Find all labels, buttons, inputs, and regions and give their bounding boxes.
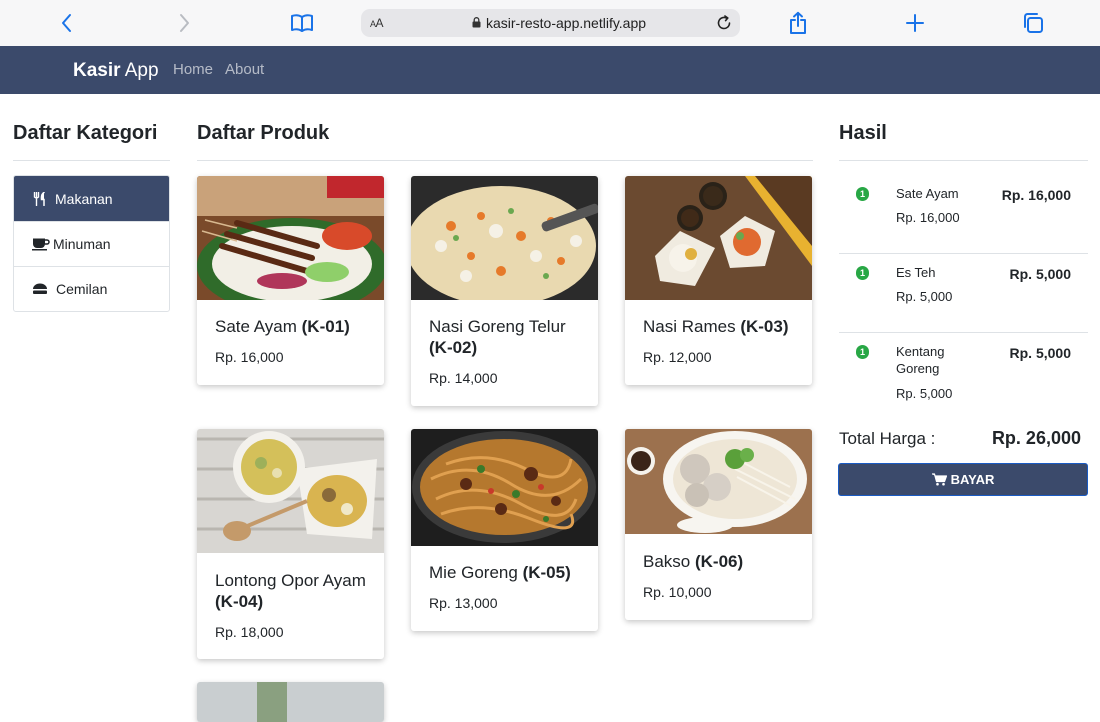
lock-icon [472, 17, 481, 28]
product-name-text: Mie Goreng [429, 563, 518, 582]
reload-icon[interactable] [716, 15, 732, 31]
cart-item-name: Es Teh [896, 265, 936, 280]
utensils-icon [31, 191, 49, 206]
forward-icon[interactable] [171, 10, 197, 36]
product-image-mie-goreng [411, 429, 598, 546]
cart-item-name: Sate Ayam [896, 186, 959, 201]
cart-item[interactable]: 1 Kentang Goreng Rp. 5,000 Rp. 5,000 [839, 333, 1088, 412]
product-name-text: Nasi Rames [643, 317, 736, 336]
category-item-cemilan[interactable]: Cemilan [14, 266, 169, 311]
product-name: Nasi Rames (K-03) [643, 316, 803, 337]
product-code: (K-06) [694, 552, 744, 571]
pay-button[interactable]: BAYAR [838, 463, 1088, 496]
product-image-lontong-opor-ayam [197, 429, 384, 553]
cart-item[interactable]: 1 Es Teh Rp. 5,000 Rp. 5,000 [839, 254, 1088, 333]
category-item-makanan[interactable]: Makanan [14, 176, 169, 221]
product-price: Rp. 14,000 [429, 370, 498, 386]
quantity-badge: 1 [856, 345, 869, 359]
product-name: Nasi Goreng Telur (K-02) [429, 316, 589, 358]
cart-item-price: Rp. 16,000 [896, 210, 960, 225]
category-label: Minuman [53, 236, 111, 252]
product-price: Rp. 10,000 [643, 584, 712, 600]
product-price: Rp. 12,000 [643, 349, 712, 365]
shopping-cart-icon [931, 473, 947, 486]
nav-link-about[interactable]: About [225, 61, 264, 78]
url-text: kasir-resto-app.netlify.app [486, 15, 647, 31]
hasil-title: Hasil [839, 122, 887, 144]
product-name-text: Bakso [643, 552, 691, 571]
product-image-sate-ayam [197, 176, 384, 300]
product-price: Rp. 13,000 [429, 595, 498, 611]
cart-item-total: Rp. 16,000 [1001, 187, 1071, 203]
cart-item-total: Rp. 5,000 [1009, 345, 1071, 361]
brand-rest: App [120, 60, 159, 81]
product-code: (K-01) [301, 317, 350, 336]
new-tab-icon[interactable] [902, 10, 928, 36]
category-list: Makanan Minuman Cemilan [13, 175, 170, 312]
product-name: Lontong Opor Ayam (K-04) [215, 570, 375, 612]
total-value: Rp. 26,000 [991, 428, 1081, 448]
product-price: Rp. 18,000 [215, 624, 284, 640]
category-label: Makanan [55, 190, 113, 207]
bookmarks-icon[interactable] [289, 10, 315, 36]
product-name: Mie Goreng (K-05) [429, 562, 589, 583]
product-image-nasi-goreng-telur [411, 176, 598, 300]
quantity-badge: 1 [856, 187, 869, 201]
product-code: (K-02) [429, 338, 478, 357]
divider [197, 160, 813, 161]
address-bar[interactable]: AA kasir-resto-app.netlify.app [361, 9, 740, 37]
product-name-text: Nasi Goreng Telur [429, 317, 566, 336]
back-icon[interactable] [54, 10, 80, 36]
products-title: Daftar Produk [197, 122, 330, 144]
url-aa-label: A [375, 16, 384, 30]
reader-text-size-button[interactable]: AA [370, 16, 384, 30]
coffee-icon [32, 237, 50, 251]
category-label: Cemilan [56, 281, 108, 297]
cart-item-price: Rp. 5,000 [896, 289, 953, 304]
categories-title: Daftar Kategori [13, 122, 158, 144]
quantity-badge: 1 [856, 266, 869, 280]
product-name: Sate Ayam (K-01) [215, 316, 375, 337]
cart-item-total: Rp. 5,000 [1009, 266, 1071, 282]
product-card-k05[interactable]: Mie Goreng (K-05) Rp. 13,000 [411, 429, 598, 631]
product-card-k01[interactable]: Sate Ayam (K-01) Rp. 16,000 [197, 176, 384, 385]
product-code: (K-03) [740, 317, 789, 336]
tabs-overview-icon[interactable] [1020, 10, 1046, 36]
brand[interactable]: Kasir App [73, 60, 159, 82]
category-item-minuman[interactable]: Minuman [14, 221, 169, 266]
product-name-text: Lontong Opor Ayam [215, 571, 366, 590]
product-image-bakso [625, 429, 812, 534]
pay-button-label: BAYAR [950, 472, 995, 487]
product-card-partial[interactable] [197, 682, 384, 722]
share-icon[interactable] [785, 10, 811, 36]
product-card-k03[interactable]: Nasi Rames (K-03) Rp. 12,000 [625, 176, 812, 385]
product-card-k02[interactable]: Nasi Goreng Telur (K-02) Rp. 14,000 [411, 176, 598, 406]
divider [839, 160, 1088, 161]
nav-link-home[interactable]: Home [173, 61, 213, 78]
product-image-partial [197, 682, 384, 722]
product-code: (K-05) [522, 563, 571, 582]
product-name: Bakso (K-06) [643, 551, 803, 572]
snack-icon [31, 282, 49, 296]
brand-bold: Kasir [73, 60, 121, 81]
product-image-nasi-rames [625, 176, 812, 300]
product-price: Rp. 16,000 [215, 349, 284, 365]
navbar: Kasir App Home About [0, 46, 1100, 94]
divider [13, 160, 170, 161]
cart-item-price: Rp. 5,000 [896, 386, 953, 401]
product-name-text: Sate Ayam [215, 317, 297, 336]
cart-item[interactable]: 1 Sate Ayam Rp. 16,000 Rp. 16,000 [839, 175, 1088, 254]
product-code: (K-04) [215, 592, 264, 611]
product-card-k06[interactable]: Bakso (K-06) Rp. 10,000 [625, 429, 812, 620]
browser-toolbar: AA kasir-resto-app.netlify.app [0, 0, 1100, 46]
total-label: Total Harga : [839, 429, 936, 448]
product-card-k04[interactable]: Lontong Opor Ayam (K-04) Rp. 18,000 [197, 429, 384, 659]
cart-item-name: Kentang Goreng [896, 344, 945, 376]
